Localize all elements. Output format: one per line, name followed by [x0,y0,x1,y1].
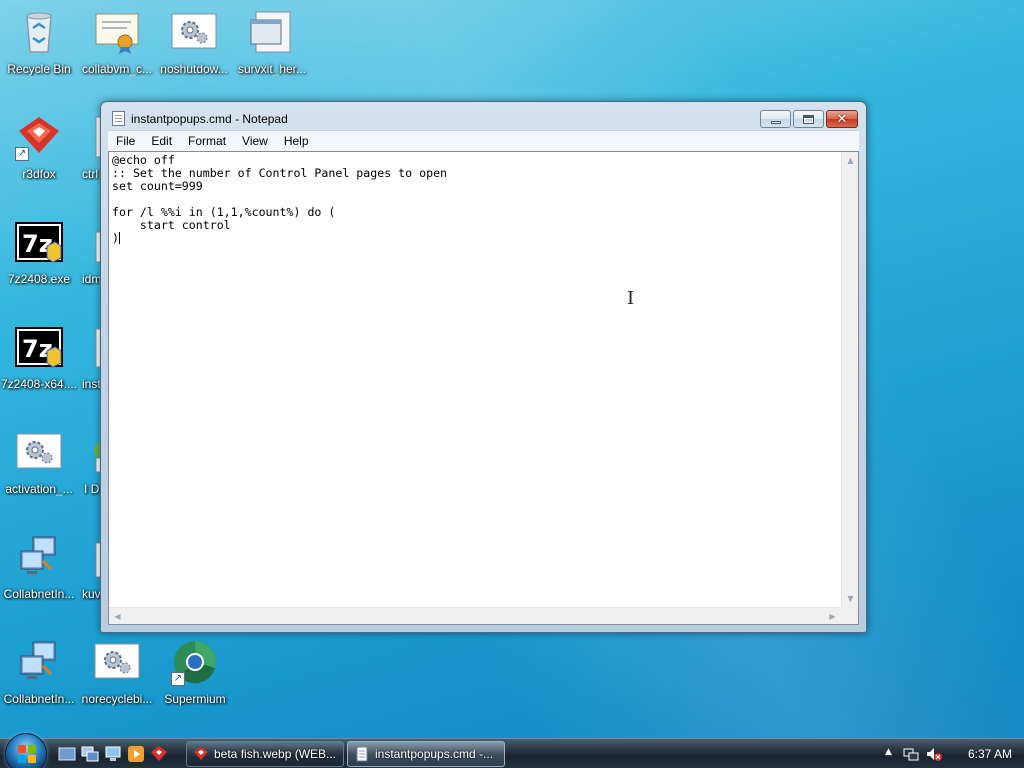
desktop-icon-collabnetin-1[interactable]: CollabnetIn... [0,533,78,601]
scroll-right-icon[interactable]: ▶ [824,608,841,625]
menu-format[interactable]: Format [180,134,234,148]
desktop-icon-label: inst [82,377,100,391]
desktop-icon-label: CollabnetIn... [3,692,75,706]
notepad-icon [356,746,368,762]
notepad-icon [112,111,125,126]
desktop-icon-label: idm [82,272,100,286]
text-caret [118,232,120,244]
desktop-icon-partial[interactable]: I D [78,428,100,496]
desktop-icon-ctrl[interactable]: ctrl [78,113,100,181]
menu-view[interactable]: View [234,134,276,148]
minimize-icon [770,120,781,124]
gear-script-icon [93,638,141,686]
certificate-icon [93,8,141,56]
menu-file[interactable]: File [108,134,143,148]
desktop-icon-label: r3dfox [22,167,56,181]
clock[interactable]: 6:37 AM [968,747,1012,761]
horizontal-scrollbar[interactable]: ◀ ▶ [109,607,841,624]
red-fox-browser-icon[interactable] [150,745,168,763]
desktop-icon-activation[interactable]: activation_... [0,428,78,496]
taskbar-button-label: beta fish.webp (WEB... [214,747,337,761]
desktop-icon-inst[interactable]: inst [78,323,100,391]
show-hidden-icons-icon[interactable]: ▲ [885,747,892,757]
volume-muted-icon[interactable] [926,746,942,766]
windows-logo-icon [18,745,36,763]
desktop-icon-label: survxit_her... [237,62,307,76]
taskbar: beta fish.webp (WEB... instantpopups.cmd… [0,733,1024,768]
menu-help[interactable]: Help [276,134,317,148]
minimize-button[interactable] [760,110,791,128]
red-fox-browser-icon: ↗ [15,113,63,161]
desktop-icon-label: I D [84,482,100,496]
network-icon[interactable] [903,746,919,766]
7zip-installer-icon: 7z [15,323,63,371]
menu-bar: File Edit Format View Help [108,130,859,151]
ibeam-cursor-icon: I [627,288,635,309]
shortcut-arrow-icon: ↗ [171,672,185,686]
taskbar-button-beta-fish[interactable]: beta fish.webp (WEB... [186,741,344,767]
scroll-left-icon[interactable]: ◀ [109,608,126,625]
7zip-installer-icon: 7z [15,218,63,266]
computer-icon[interactable] [104,745,122,763]
maximize-button[interactable] [793,110,824,128]
desktop-icon-label: Supermium [164,692,226,706]
vertical-scrollbar[interactable]: ▲ ▼ [841,152,858,607]
media-player-icon[interactable] [127,745,145,763]
maximize-icon [803,114,814,124]
window-titlebar[interactable]: instantpopups.cmd - Notepad ✕ [101,102,866,130]
recycle-bin-icon [15,8,63,56]
gear-script-icon [170,8,218,56]
editor-text[interactable]: @echo off :: Set the number of Control P… [112,154,839,607]
taskbar-button-label: instantpopups.cmd -... [375,747,494,761]
desktop-icon-7z2408[interactable]: 7z 7z2408.exe [0,218,78,286]
desktop-icon-label: noshutdow... [160,62,228,76]
editor-content: @echo off :: Set the number of Control P… [112,154,448,245]
scroll-down-icon[interactable]: ▼ [842,590,859,607]
desktop-icon-label: ctrl [82,167,98,181]
text-editor[interactable]: @echo off :: Set the number of Control P… [108,151,859,625]
desktop-icon-r3dfox[interactable]: ↗ r3dfox [0,113,78,181]
desktop-icon-label: kuv [82,587,100,601]
desktop-icon-norecyclebin[interactable]: norecyclebi... [78,638,156,706]
desktop-icon-label: 7z2408-x64.... [0,377,78,391]
show-desktop-icon[interactable] [58,745,76,763]
desktop-icon-label: 7z2408.exe [7,272,71,286]
shortcut-arrow-icon: ↗ [15,147,29,161]
supermium-browser-icon: ↗ [171,638,219,686]
switch-windows-icon[interactable] [81,745,99,763]
desktop-icon-collabvm[interactable]: collabvm_c... [78,8,156,76]
desktop-icon-idm[interactable]: idm [78,218,100,286]
desktop-icon-supermium[interactable]: ↗ Supermium [156,638,234,706]
network-computer-icon [15,533,63,581]
system-tray: ▲ 6:37 AM [879,739,1024,768]
desktop-icon-label: CollabnetIn... [3,587,75,601]
desktop-icon-label: Recycle Bin [7,62,71,76]
window-file-icon [248,8,296,56]
close-button[interactable]: ✕ [826,110,858,128]
desktop-icon-noshutdown[interactable]: noshutdow... [155,8,233,76]
window-title: instantpopups.cmd - Notepad [131,112,288,126]
taskbar-button-notepad[interactable]: instantpopups.cmd -... [347,741,505,767]
scroll-up-icon[interactable]: ▲ [842,152,859,169]
desktop-icon-label: norecyclebi... [81,692,153,706]
close-icon: ✕ [836,111,848,127]
scroll-corner [841,607,858,624]
desktop-icon-collabnetin-2[interactable]: CollabnetIn... [0,638,78,706]
desktop-icon-kuv[interactable]: kuv [78,533,100,601]
desktop-icon-recycle-bin[interactable]: Recycle Bin [0,8,78,76]
desktop-icon-7z2408-x64[interactable]: 7z 7z2408-x64.... [0,323,78,391]
network-computer-icon [15,638,63,686]
menu-edit[interactable]: Edit [143,134,180,148]
desktop-icon-survxit[interactable]: survxit_her... [233,8,311,76]
desktop-icon-label: activation_... [5,482,73,496]
notepad-window[interactable]: instantpopups.cmd - Notepad ✕ File Edit … [100,101,867,633]
gear-script-icon [15,428,63,476]
red-fox-browser-icon [194,747,208,760]
caption-buttons: ✕ [758,110,858,128]
desktop-icon-label: collabvm_c... [81,62,153,76]
start-button[interactable] [5,733,47,768]
